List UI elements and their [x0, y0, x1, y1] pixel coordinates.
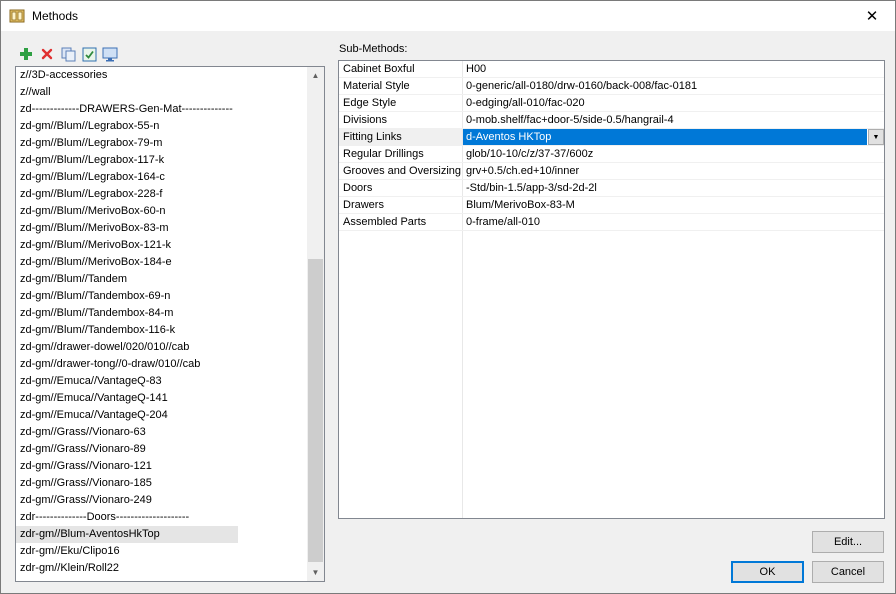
sub-method-value[interactable]: 0-frame/all-010: [463, 214, 884, 230]
sub-method-value[interactable]: glob/10-10/c/z/37-37/600z: [463, 146, 884, 162]
methods-app-icon: [9, 9, 25, 23]
list-item[interactable]: zdr-gm//Eku/Clipo16: [16, 543, 238, 560]
close-button[interactable]: ✕: [849, 1, 895, 31]
table-row[interactable]: Assembled Parts 0-frame/all-010: [339, 214, 884, 231]
list-item[interactable]: zdr-gm//Klein/Roll22: [16, 560, 238, 577]
list-item[interactable]: zd-gm//drawer-dowel/020/010//cab: [16, 339, 238, 356]
list-item[interactable]: z//3D-accessories: [16, 67, 238, 84]
table-row[interactable]: Cabinet Boxful H00: [339, 61, 884, 78]
list-item[interactable]: zd-gm//Blum//MerivoBox-121-k: [16, 237, 238, 254]
chevron-down-icon: ▼: [872, 133, 880, 141]
sub-method-name: Edge Style: [343, 97, 397, 109]
sub-method-value[interactable]: grv+0.5/ch.ed+10/inner: [463, 163, 884, 179]
list-item[interactable]: zd-gm//Grass//Vionaro-185: [16, 475, 238, 492]
chevron-down-icon: ▼: [311, 568, 320, 577]
sub-method-value[interactable]: -Std/bin-1.5/app-3/sd-2d-2l: [463, 180, 884, 196]
table-row[interactable]: Divisions 0-mob.shelf/fac+door-5/side-0.5…: [339, 112, 884, 129]
methods-list[interactable]: z//3D-accessories z//wall zd-------------D…: [15, 66, 325, 582]
display-method-button[interactable]: [101, 45, 119, 63]
methods-list-scrollbar[interactable]: ▲ ▼: [307, 67, 324, 581]
sub-method-value[interactable]: 0-edging/all-010/fac-020: [463, 95, 884, 111]
copy-icon: [61, 47, 75, 61]
sub-method-name: Material Style: [343, 80, 410, 92]
methods-list-items: z//3D-accessories z//wall zd-------------D…: [16, 67, 306, 577]
add-method-button[interactable]: [17, 45, 35, 63]
sub-method-value[interactable]: 0-generic/all-0180/drw-0160/back-008/fac…: [463, 78, 884, 94]
list-item[interactable]: zd-gm//Emuca//VantageQ-204: [16, 407, 238, 424]
list-item[interactable]: zd-gm//Blum//MerivoBox-184-e: [16, 254, 238, 271]
sub-method-name: Regular Drillings: [343, 148, 424, 160]
list-item[interactable]: zdr--------------Doors------------------…: [16, 509, 238, 526]
sub-method-value[interactable]: H00: [463, 61, 884, 77]
list-item[interactable]: zd-gm//Blum//Tandem: [16, 271, 238, 288]
list-item[interactable]: zd-gm//Grass//Vionaro-63: [16, 424, 238, 441]
list-item[interactable]: zd-gm//Blum//Legrabox-117-k: [16, 152, 238, 169]
sub-methods-grid: Cabinet Boxful H00 Material Style 0-generic…: [338, 60, 885, 519]
cancel-button[interactable]: Cancel: [812, 561, 884, 583]
list-item[interactable]: zd-------------DRAWERS-Gen-Mat----------…: [16, 101, 238, 118]
sub-method-name: Drawers: [343, 199, 384, 211]
sub-method-value[interactable]: 0-mob.shelf/fac+door-5/side-0.5/hangrail…: [463, 112, 884, 128]
list-item[interactable]: zd-gm//Grass//Vionaro-89: [16, 441, 238, 458]
methods-dialog: Methods ✕ z//3D-accessories z//wall zd--…: [0, 0, 896, 594]
add-icon: [20, 48, 32, 60]
methods-toolbar: [17, 45, 119, 63]
display-icon: [102, 47, 118, 61]
properties-method-button[interactable]: [80, 45, 98, 63]
sub-method-name: Doors: [343, 182, 373, 194]
table-row[interactable]: Grooves and Oversizing grv+0.5/ch.ed+10/i…: [339, 163, 884, 180]
sub-methods-label: Sub-Methods:: [339, 43, 408, 55]
list-item[interactable]: zd-gm//Blum//Legrabox-164-c: [16, 169, 238, 186]
ok-button[interactable]: OK: [731, 561, 804, 583]
sub-method-value[interactable]: Blum/MerivoBox-83-M: [463, 197, 884, 213]
sub-method-name: Grooves and Oversizing: [343, 165, 461, 177]
list-item[interactable]: zd-gm//Blum//Legrabox-55-n: [16, 118, 238, 135]
window-title: Methods: [32, 9, 79, 23]
table-row[interactable]: Fitting Links d-Aventos HKTop ▼: [339, 129, 884, 146]
properties-icon: [82, 47, 96, 61]
list-item[interactable]: zdr-gm//Blum-AventosHkTop: [16, 526, 238, 543]
list-item[interactable]: zd-gm//Blum//MerivoBox-83-m: [16, 220, 238, 237]
list-item[interactable]: zd-gm//Blum//Tandembox-69-n: [16, 288, 238, 305]
list-item[interactable]: zd-gm//Grass//Vionaro-121: [16, 458, 238, 475]
dropdown-button[interactable]: ▼: [868, 129, 884, 145]
sub-method-name: Cabinet Boxful: [343, 63, 415, 75]
list-item[interactable]: zd-gm//Grass//Vionaro-249: [16, 492, 238, 509]
list-item[interactable]: zd-gm//Blum//Tandembox-116-k: [16, 322, 238, 339]
edit-button[interactable]: Edit...: [812, 531, 884, 553]
table-row[interactable]: Material Style 0-generic/all-0180/drw-016…: [339, 78, 884, 95]
scroll-down-button[interactable]: ▼: [307, 564, 324, 581]
delete-icon: [41, 48, 53, 60]
close-icon: ✕: [865, 8, 879, 25]
table-row[interactable]: Doors -Std/bin-1.5/app-3/sd-2d-2l: [339, 180, 884, 197]
list-item[interactable]: z//wall: [16, 84, 238, 101]
list-item[interactable]: zd-gm//Blum//Legrabox-79-m: [16, 135, 238, 152]
chevron-up-icon: ▲: [311, 71, 320, 80]
table-row[interactable]: Regular Drillings glob/10-10/c/z/37-37/60…: [339, 146, 884, 163]
list-item[interactable]: zd-gm//Blum//Tandembox-84-m: [16, 305, 238, 322]
list-item[interactable]: zd-gm//Emuca//VantageQ-141: [16, 390, 238, 407]
table-row[interactable]: Drawers Blum/MerivoBox-83-M: [339, 197, 884, 214]
scroll-thumb[interactable]: [308, 259, 323, 562]
combo-value[interactable]: d-Aventos HKTop: [463, 129, 867, 145]
scroll-up-button[interactable]: ▲: [307, 67, 324, 84]
list-item[interactable]: zd-gm//Emuca//VantageQ-83: [16, 373, 238, 390]
list-item[interactable]: zd-gm//drawer-tong//0-draw/010//cab: [16, 356, 238, 373]
sub-method-name: Fitting Links: [339, 129, 462, 145]
sub-method-name: Divisions: [343, 114, 388, 126]
delete-method-button[interactable]: [38, 45, 56, 63]
sub-method-name: Assembled Parts: [343, 216, 427, 228]
list-item[interactable]: zd-gm//Blum//Legrabox-228-f: [16, 186, 238, 203]
fitting-links-combo[interactable]: d-Aventos HKTop ▼: [463, 129, 884, 145]
list-item[interactable]: zd-gm//Blum//MerivoBox-60-n: [16, 203, 238, 220]
title-bar[interactable]: Methods ✕: [1, 1, 895, 31]
copy-method-button[interactable]: [59, 45, 77, 63]
table-row[interactable]: Edge Style 0-edging/all-010/fac-020: [339, 95, 884, 112]
